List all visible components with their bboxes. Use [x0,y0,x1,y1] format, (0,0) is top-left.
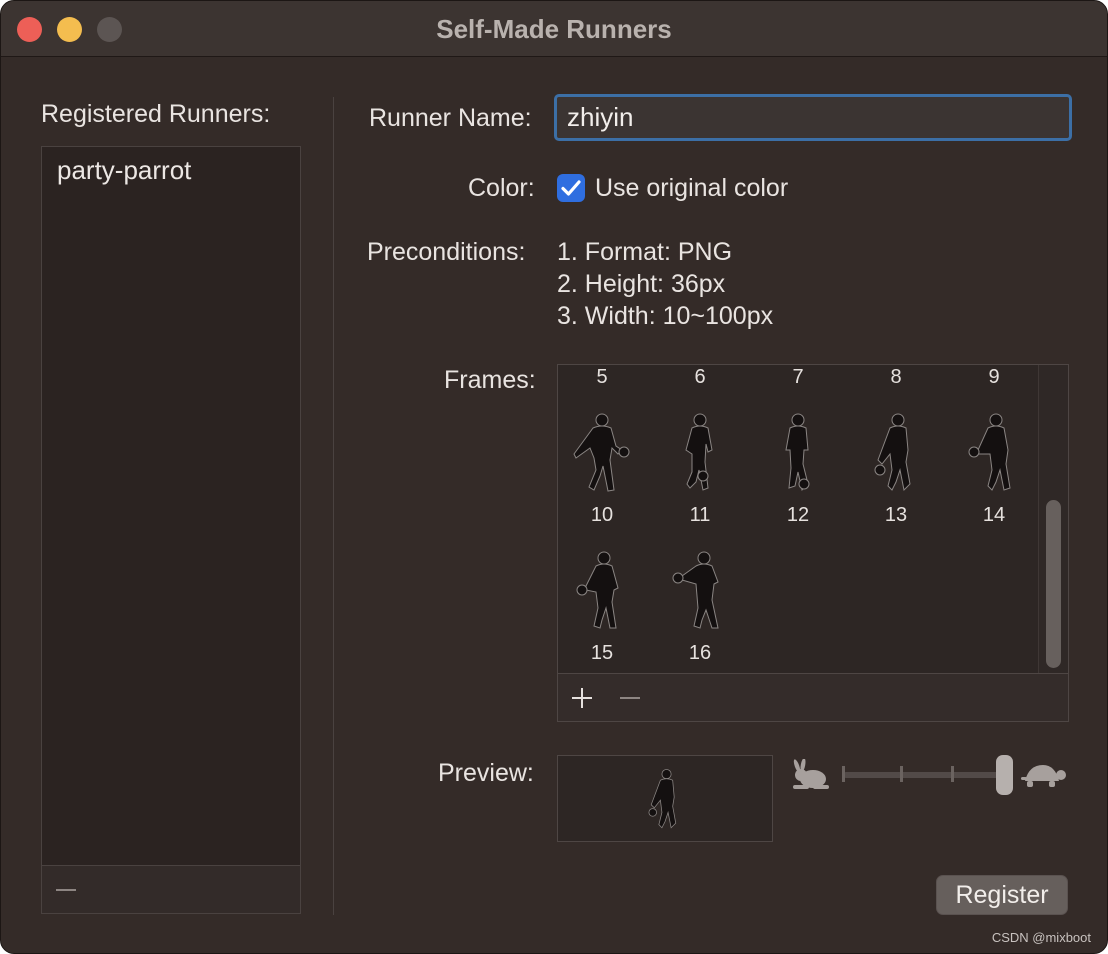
frame-number: 8 [890,366,902,388]
runner-list-footer [42,865,300,913]
title-bar: Self-Made Runners [1,1,1107,57]
frame-thumbnail[interactable] [964,410,1024,495]
frame-thumbnail[interactable] [572,548,632,633]
watermark: CSDN @mixboot [991,930,1091,945]
frames-scrollbar-thumb[interactable] [1046,500,1061,668]
register-button[interactable]: Register [936,875,1068,915]
slider-tick [951,766,954,782]
frame-number: 7 [792,366,804,388]
app-window: Self-Made Runners Registered Runners: pa… [0,0,1108,954]
panel-divider [333,97,334,915]
speed-slider-knob[interactable] [996,755,1013,795]
frame-thumbnail[interactable] [866,410,926,495]
frame-number: 12 [786,504,810,526]
frames-footer [558,673,1068,721]
preconditions-label: Preconditions: [367,238,526,266]
use-original-color-checkbox[interactable] [557,174,585,202]
frame-number: 13 [884,504,908,526]
runner-list-item[interactable]: party-parrot [57,155,191,186]
frame-thumbnail[interactable] [670,410,730,495]
registered-runners-list[interactable]: party-parrot [41,146,301,914]
color-label: Color: [468,174,535,202]
frames-label: Frames: [444,366,536,394]
frame-number: 10 [590,504,614,526]
frame-number: 5 [596,366,608,388]
frame-thumbnail[interactable] [670,548,730,633]
turtle-icon [1021,765,1066,787]
remove-frame-button[interactable] [616,684,644,712]
slider-tick [900,766,903,782]
frames-grid[interactable]: 5 6 7 8 9 10 11 12 13 14 15 16 [557,364,1069,722]
add-frame-button[interactable] [568,684,596,712]
frame-number: 6 [694,366,706,388]
frame-number: 9 [988,366,1000,388]
frame-number: 14 [982,504,1006,526]
speed-slider-track[interactable] [843,772,1005,778]
frame-thumbnail[interactable] [572,410,632,495]
registered-runners-heading: Registered Runners: [41,100,271,128]
frame-number: 15 [590,642,614,664]
runner-name-input[interactable] [554,94,1072,141]
rabbit-icon [793,759,829,789]
frame-number: 16 [688,642,712,664]
precondition-height: 2. Height: 36px [557,270,726,298]
precondition-format: 1. Format: PNG [557,238,733,266]
preview-runner-image [648,769,677,829]
slider-tick [842,766,845,782]
preview-label: Preview: [438,759,534,787]
window-title: Self-Made Runners [436,14,672,44]
remove-runner-button[interactable] [52,876,80,904]
preview-area [557,755,773,842]
frames-scrollbar[interactable] [1038,365,1068,673]
checkmark-icon [561,180,581,196]
runner-name-label: Runner Name: [369,104,532,132]
frame-number: 11 [689,504,711,526]
frame-thumbnail[interactable] [768,410,828,495]
precondition-width: 3. Width: 10~100px [557,302,774,330]
use-original-color-label[interactable]: Use original color [595,174,788,203]
